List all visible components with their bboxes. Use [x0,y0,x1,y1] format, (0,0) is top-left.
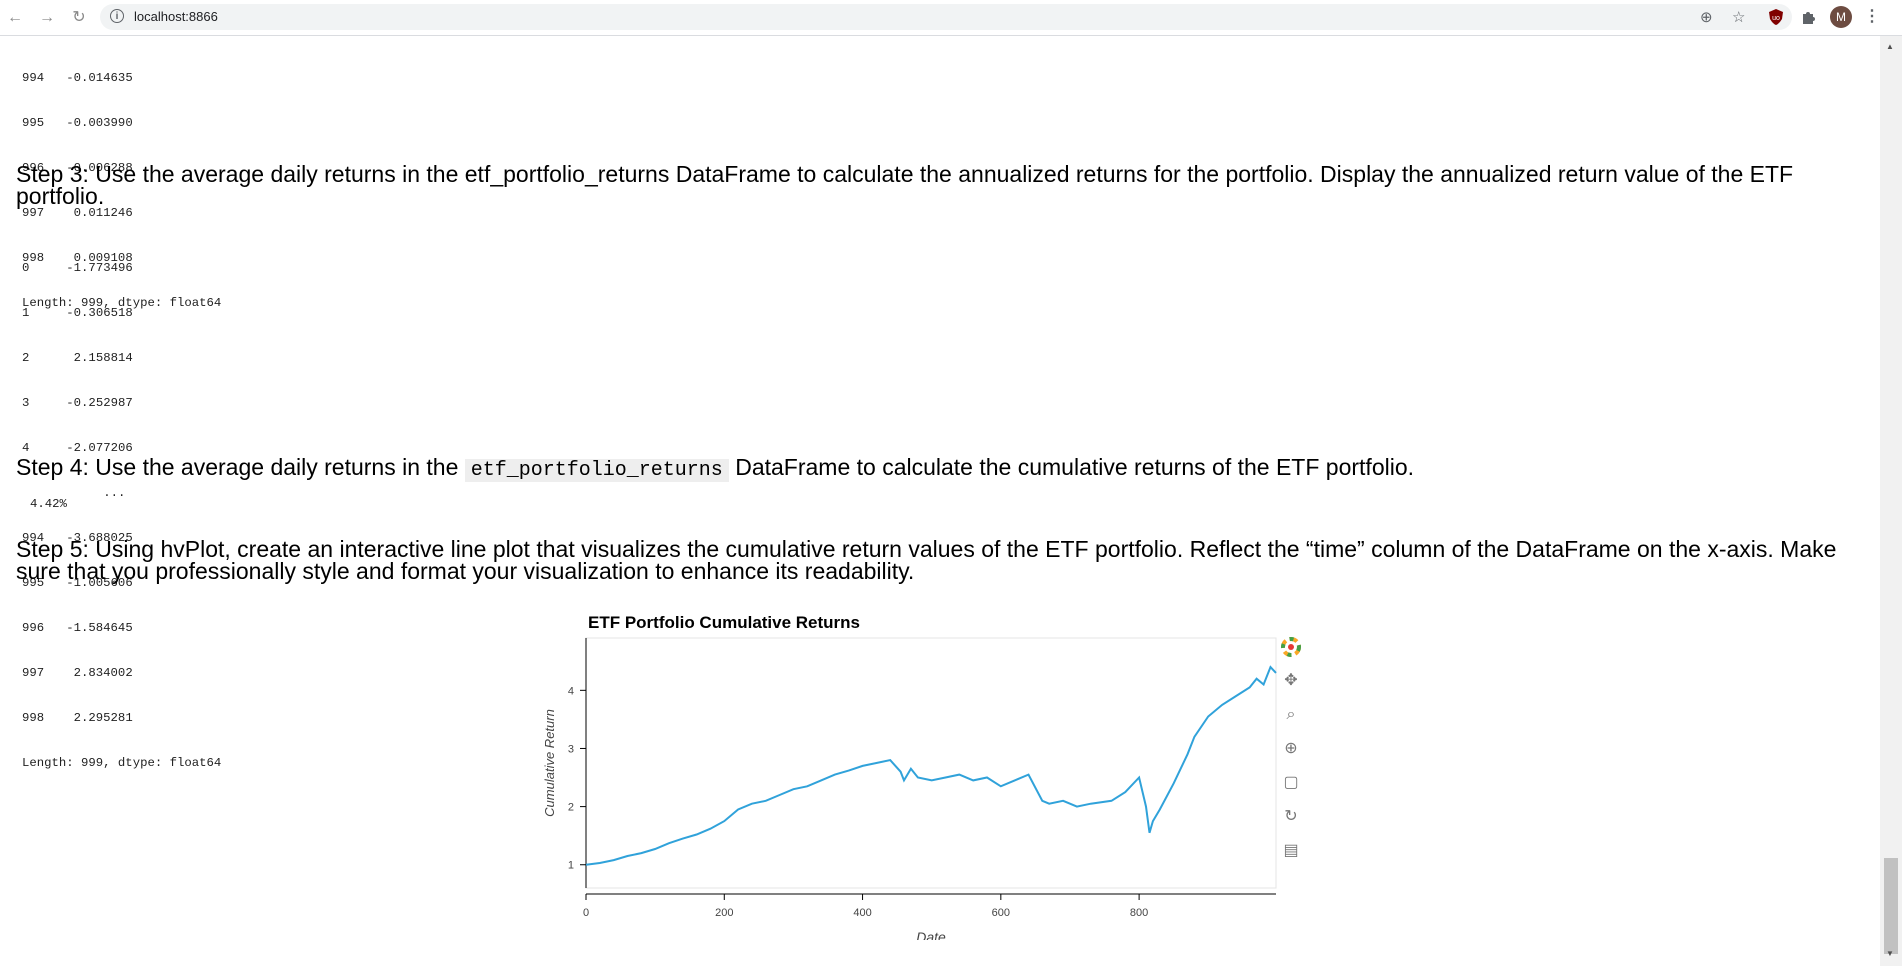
address-bar[interactable]: i localhost:8866 ⊕ ☆ [100,4,1792,30]
menu-icon[interactable]: ⋮ [1864,6,1880,28]
row-value: -0.003990 [66,116,133,130]
row-value: -0.306518 [66,306,133,320]
y-tick-label: 4 [568,685,574,697]
row-index: 996 [22,621,45,635]
step4-prefix: Step 4: Use the average daily returns in… [16,454,459,480]
row-index: 1 [22,306,30,320]
row-value: -0.252987 [66,396,133,410]
step4-heading: Step 4: Use the average daily returns in… [16,456,1856,482]
reload-icon[interactable]: ↻ [68,7,90,29]
ublock-icon[interactable]: uo [1766,7,1786,27]
plot-toolbar: ✥ ⌕ ⊕ ▢ ↻ ▤ [1272,636,1312,876]
browser-toolbar: ← → ↻ i localhost:8866 ⊕ ☆ uo M ⋮ [0,0,1902,36]
x-tick-label: 600 [992,907,1010,919]
x-tick-label: 0 [583,907,589,919]
row-index: 994 [22,71,45,85]
save-icon[interactable]: ▢ [1280,772,1302,794]
inline-code: etf_portfolio_returns [464,459,729,482]
row-index: 3 [22,396,30,410]
row-value: -1.773496 [66,261,133,275]
row-value: -2.077206 [66,441,133,455]
y-tick-label: 2 [568,802,574,814]
back-icon[interactable]: ← [4,7,26,29]
star-icon[interactable]: ☆ [1732,8,1745,26]
row-index: 998 [22,711,45,725]
row-index: 4 [22,441,30,455]
wheel-zoom-icon[interactable]: ⊕ [1280,738,1302,760]
scroll-thumb[interactable] [1884,858,1898,954]
extensions-icon[interactable] [1798,7,1818,27]
scroll-down-arrow-icon[interactable]: ▼ [1886,949,1894,958]
y-tick-label: 1 [568,860,574,872]
zoom-icon[interactable]: ⊕ [1700,8,1713,26]
line-chart[interactable]: 0 200 400 600 800 1 2 3 4 Date Cumulative Return [540,630,1280,940]
row-value: 2.158814 [66,351,133,365]
row-index: 0 [22,261,30,275]
avatar[interactable]: M [1830,6,1852,28]
length-line: Length: 999, dtype: float64 [22,756,222,770]
hover-icon[interactable]: ▤ [1280,840,1302,862]
row-index: 2 [22,351,30,365]
cumulative-return-output: 4.42% [30,497,67,511]
reset-icon[interactable]: ↻ [1280,806,1302,828]
x-tick-label: 200 [715,907,733,919]
step5-heading: Step 5: Using hvPlot, create an interact… [16,536,1837,584]
y-tick-label: 3 [568,743,574,755]
x-tick-label: 400 [853,907,871,919]
row-value: 2.295281 [66,711,133,725]
row-index: 995 [22,116,45,130]
box-zoom-icon[interactable]: ⌕ [1280,704,1302,726]
series-line [585,665,1277,866]
forward-icon[interactable]: → [36,7,58,29]
info-icon[interactable]: i [110,9,124,23]
x-tick-label: 800 [1130,907,1148,919]
y-axis-label: Cumulative Return [542,709,557,817]
ellipsis: ... [103,486,126,500]
row-value: -1.584645 [66,621,133,635]
plot-frame [585,637,1277,889]
x-axis-label: Date [916,929,946,940]
row-value: 2.834002 [66,666,133,680]
svg-text:uo: uo [1772,15,1780,22]
step3-heading: Step 3: Use the average daily returns in… [16,161,1794,209]
scroll-up-arrow-icon[interactable]: ▲ [1886,42,1894,51]
row-value: -0.014635 [66,71,133,85]
pan-icon[interactable]: ✥ [1280,670,1302,692]
page-scrollbar[interactable]: ▲ ▼ [1880,36,1902,966]
step4-suffix: DataFrame to calculate the cumulative re… [735,454,1415,480]
bokeh-logo-icon[interactable] [1280,636,1302,658]
row-index: 997 [22,666,45,680]
url-text: localhost:8866 [134,9,218,24]
